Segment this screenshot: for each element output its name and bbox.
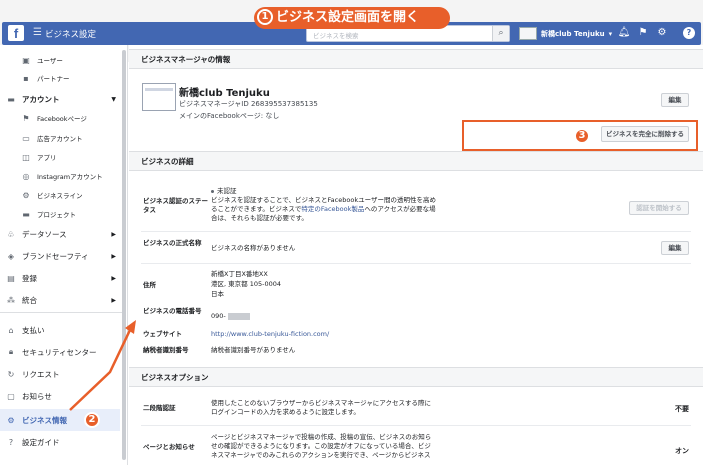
annotation-arrow [69,320,136,411]
